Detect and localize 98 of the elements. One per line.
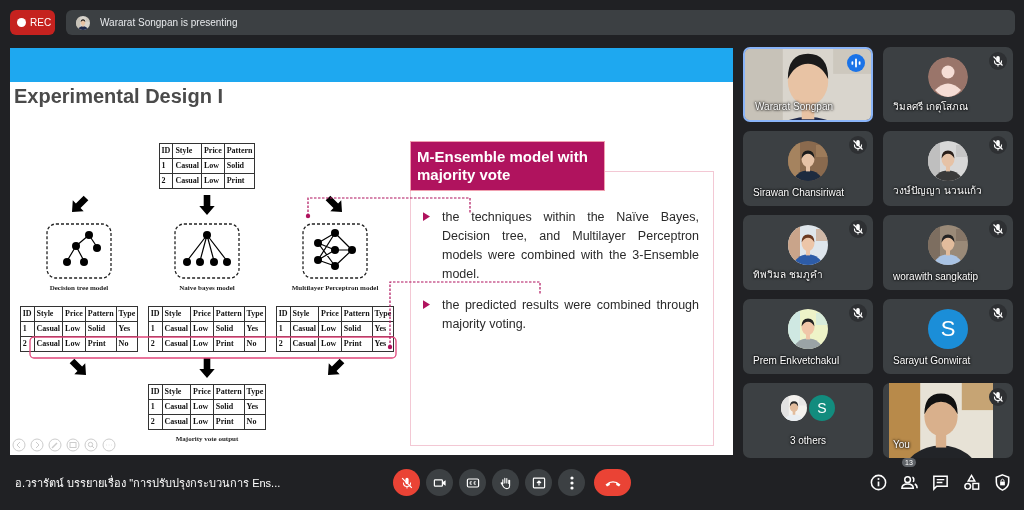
presenting-text: Wararat Songpan is presenting [100, 17, 238, 28]
column-header: ID [148, 306, 162, 322]
table-cell: 2 [148, 336, 162, 352]
recording-label: REC [30, 17, 52, 28]
table-cell: Casual [34, 336, 63, 352]
table-cell: Print [213, 414, 245, 430]
table-cell: 1 [148, 399, 162, 415]
column-header: Price [190, 306, 214, 322]
table-cell: No [116, 336, 138, 352]
column-header: Pattern [224, 143, 255, 159]
participant-tile[interactable]: S 3 others [743, 383, 873, 458]
table-cell: No [244, 414, 266, 430]
table-cell: Yes [244, 321, 266, 337]
table-cell: Print [85, 336, 117, 352]
column-header: Style [34, 306, 63, 322]
column-header: Type [116, 306, 138, 322]
participant-tile[interactable]: วงษ์ปัญญา นวนแก้ว [883, 131, 1013, 206]
table-cell: Low [190, 321, 214, 337]
participant-tile[interactable]: Prem Enkvetchakul [743, 299, 873, 374]
participant-name: ทิพวิมล ชมภูคำ [753, 268, 823, 282]
bullet-text: the techniques within the Naïve Bayes, Decision tree, and Multilayer Perceptron models were combined with the 3-Ensemble model. [442, 209, 699, 283]
table-cell: Low [201, 173, 225, 189]
column-header: Price [318, 306, 342, 322]
column-header: Style [162, 384, 191, 400]
table-cell: Low [62, 336, 86, 352]
table-cell: Casual [172, 158, 202, 174]
column-header: ID [20, 306, 34, 322]
avatar: S [809, 395, 835, 421]
table-cell: Casual [290, 321, 319, 337]
participant-name: วิมลศรี เกตุโสภณ [893, 100, 968, 114]
table-cell: 1 [159, 158, 173, 174]
participant-tile[interactable]: S Sarayut Gonwirat [883, 299, 1013, 374]
column-header: ID [159, 143, 173, 159]
table-cell: Casual [290, 336, 319, 352]
table-cell: 2 [148, 414, 162, 430]
column-header: Pattern [213, 384, 245, 400]
participant-name: วงษ์ปัญญา นวนแก้ว [893, 184, 982, 198]
participant-name: Wararat Songpan [755, 101, 833, 112]
column-header: Style [290, 306, 319, 322]
participant-tile[interactable]: Sirawan Chansiriwat [743, 131, 873, 206]
participant-tile[interactable]: worawith sangkatip [883, 215, 1013, 290]
column-header: ID [276, 306, 290, 322]
participant-name: You [893, 439, 910, 450]
table-cell: Low [318, 336, 342, 352]
participant-name: Sarayut Gonwirat [893, 355, 971, 366]
table-cell: Print [213, 336, 245, 352]
table-cell: Yes [244, 399, 266, 415]
table-cell: Casual [172, 173, 202, 189]
table-cell: Casual [162, 336, 191, 352]
table-cell: Casual [162, 321, 191, 337]
table-cell: Solid [224, 158, 255, 174]
table-cell: Low [190, 336, 214, 352]
participant-name: worawith sangkatip [893, 271, 979, 282]
table-cell: Casual [162, 399, 191, 415]
column-header: Price [201, 143, 225, 159]
table-cell: Print [341, 336, 373, 352]
table-cell: Yes [116, 321, 138, 337]
table-cell: Low [201, 158, 225, 174]
avatar: S [928, 309, 968, 349]
table-cell: Solid [341, 321, 373, 337]
meeting-title: อ.วรารัตน์ บรรยายเรื่อง "การปรับปรุงกระบวนการ Ens... [15, 474, 282, 492]
column-header: Style [172, 143, 202, 159]
column-header: Pattern [341, 306, 373, 322]
table-cell: Casual [162, 414, 191, 430]
table-cell: 1 [276, 321, 290, 337]
column-header: Type [244, 306, 266, 322]
participant-tile[interactable]: ทิพวิมล ชมภูคำ [743, 215, 873, 290]
table-cell: Low [190, 414, 214, 430]
table-cell: 1 [20, 321, 34, 337]
table-cell: No [244, 336, 266, 352]
table-cell: Low [318, 321, 342, 337]
participant-tile[interactable]: วิมลศรี เกตุโสภณ [883, 47, 1013, 122]
column-header: Price [190, 384, 214, 400]
participant-name: 3 others [788, 435, 828, 446]
table-cell: 2 [159, 173, 173, 189]
table-cell: 1 [148, 321, 162, 337]
table-cell: 2 [276, 336, 290, 352]
table-cell: Print [224, 173, 255, 189]
table-cell: Yes [372, 321, 394, 337]
column-header: Pattern [213, 306, 245, 322]
column-header: Type [372, 306, 394, 322]
column-header: Type [244, 384, 266, 400]
table-cell: Low [190, 399, 214, 415]
column-header: ID [148, 384, 162, 400]
slide-title: Experimental Design I [13, 84, 224, 109]
column-header: Style [162, 306, 191, 322]
bullet-text: the predicted results were combined through majority voting. [442, 297, 699, 333]
table-cell: 2 [20, 336, 34, 352]
column-header: Price [62, 306, 86, 322]
participant-name: Sirawan Chansiriwat [753, 187, 845, 198]
participant-name: Prem Enkvetchakul [753, 355, 840, 366]
column-header: Pattern [85, 306, 117, 322]
table-cell: Solid [85, 321, 117, 337]
table-cell: Solid [213, 321, 245, 337]
table-cell: Casual [34, 321, 63, 337]
callout-heading: M-Ensemble model with majority vote [410, 141, 605, 191]
table-cell: Low [62, 321, 86, 337]
table-cell: Solid [213, 399, 245, 415]
